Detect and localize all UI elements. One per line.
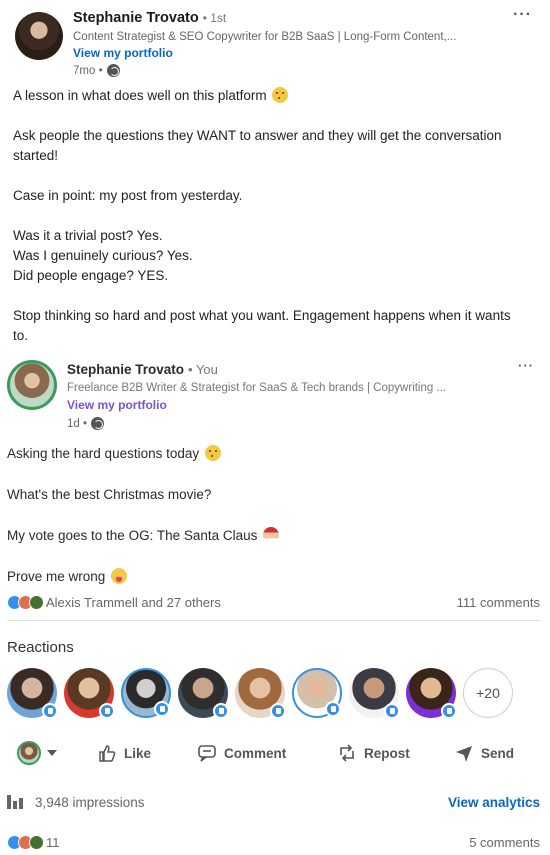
social-counts: Alexis Trammell and 27 others 111 commen… [7, 592, 540, 612]
actor-switcher[interactable] [17, 741, 57, 765]
analytics-bar-icon [7, 795, 23, 809]
like-badge-icon [325, 701, 341, 717]
repost-icon [340, 744, 354, 762]
post-line: Was it a trivial post? Yes. [13, 228, 163, 243]
post-paragraph: Asking the hard questions today [7, 444, 527, 464]
comments-count[interactable]: 5 comments [469, 835, 540, 850]
like-badge-icon [42, 703, 58, 719]
impressions-count: 3,948 impressions [35, 794, 145, 810]
tongue-face-icon [111, 568, 128, 584]
repost-button[interactable]: Repost [337, 743, 410, 763]
connection-degree: • 1st [202, 11, 227, 25]
outer-post-header: Stephanie Trovato • 1st Content Strategis… [15, 6, 540, 80]
like-badge-icon [384, 703, 400, 719]
post-paragraph: My vote goes to the OG: The Santa Claus [7, 526, 527, 546]
santa-icon [263, 527, 280, 543]
author-headline: Content Strategist & SEO Copywriter for … [73, 31, 457, 43]
like-badge-icon [99, 703, 115, 719]
reactor-avatar[interactable] [349, 668, 400, 719]
view-portfolio-link[interactable]: View my portfolio [73, 46, 173, 60]
reactor-avatar[interactable] [235, 668, 286, 719]
post-paragraph: What's the best Christmas movie? [7, 487, 212, 502]
more-reactors-button[interactable]: +20 [463, 668, 513, 718]
reactions-count[interactable]: 11 [46, 835, 60, 850]
author-headline: Freelance B2B Writer & Strategist for Sa… [67, 382, 447, 394]
reactor-avatar[interactable] [7, 668, 58, 719]
post-paragraph: Stop thinking so hard and post what you … [13, 308, 511, 343]
impressions-row: 3,948 impressions View analytics [7, 792, 540, 812]
comment-button[interactable]: Comment [197, 743, 286, 763]
like-button[interactable]: Like [97, 743, 151, 763]
outer-post-body: A lesson in what does well on this platf… [13, 86, 528, 366]
support-reaction-icon [29, 594, 44, 610]
reactor-avatar[interactable] [121, 668, 171, 718]
reactions-summary[interactable]: Alexis Trammell and 27 others [46, 595, 221, 610]
post-paragraph: Prove me wrong [7, 567, 527, 587]
post-paragraph: Case in point: my post from yesterday. [13, 188, 243, 203]
reaction-icons[interactable] [7, 594, 44, 610]
outer-social-counts: 11 5 comments [7, 832, 540, 852]
inner-post-body: Asking the hard questions today What's t… [7, 444, 527, 608]
post-line: Did people engage? YES. [13, 268, 169, 283]
comment-icon [198, 745, 216, 762]
send-button[interactable]: Send [454, 743, 514, 763]
reaction-icons[interactable] [7, 834, 44, 850]
view-analytics-link[interactable]: View analytics [448, 795, 540, 810]
post-meta: 7mo • [73, 64, 120, 77]
send-icon [456, 746, 472, 762]
author-name-line[interactable]: Stephanie Trovato • You [67, 362, 218, 377]
post-age: 1d • [67, 417, 88, 430]
author-name[interactable]: Stephanie Trovato [67, 362, 184, 377]
like-badge-icon [213, 703, 229, 719]
more-options-button[interactable]: ··· [513, 6, 532, 24]
comments-count[interactable]: 111 comments [457, 595, 540, 610]
author-name[interactable]: Stephanie Trovato [73, 10, 199, 26]
more-options-button[interactable]: ··· [518, 358, 534, 373]
reactors-list: +20 [7, 668, 513, 719]
post-paragraph: Ask people the questions they WANT to an… [13, 128, 502, 163]
thinking-face-icon [272, 87, 289, 103]
post-line: Was I genuinely curious? Yes. [13, 248, 193, 263]
chevron-down-icon [47, 750, 57, 756]
reactor-avatar[interactable] [64, 668, 115, 719]
actor-avatar [17, 741, 41, 765]
you-label: • You [188, 362, 218, 377]
reactor-avatar[interactable] [406, 668, 457, 719]
post-meta: 1d • [67, 417, 105, 430]
reactor-avatar[interactable] [178, 668, 229, 719]
author-name-line[interactable]: Stephanie Trovato • 1st [73, 10, 226, 26]
divider [7, 620, 540, 621]
author-avatar[interactable] [7, 360, 57, 410]
view-portfolio-link[interactable]: View my portfolio [67, 398, 167, 412]
author-avatar[interactable] [15, 12, 63, 60]
globe-icon [91, 417, 105, 430]
inner-post-header: Stephanie Trovato • You Freelance B2B Wri… [7, 358, 540, 434]
post-paragraph: A lesson in what does well on this platf… [13, 86, 528, 106]
reactions-title: Reactions [7, 639, 74, 656]
like-badge-icon [270, 703, 286, 719]
action-bar: Like Comment Repost Send [7, 735, 540, 771]
globe-icon [106, 64, 120, 77]
like-badge-icon [154, 701, 170, 717]
support-reaction-icon [29, 834, 44, 850]
thinking-face-icon [204, 445, 221, 461]
thumbs-up-icon [99, 745, 116, 762]
like-badge-icon [441, 703, 457, 719]
reactor-avatar[interactable] [292, 668, 342, 718]
post-age: 7mo • [73, 64, 103, 77]
